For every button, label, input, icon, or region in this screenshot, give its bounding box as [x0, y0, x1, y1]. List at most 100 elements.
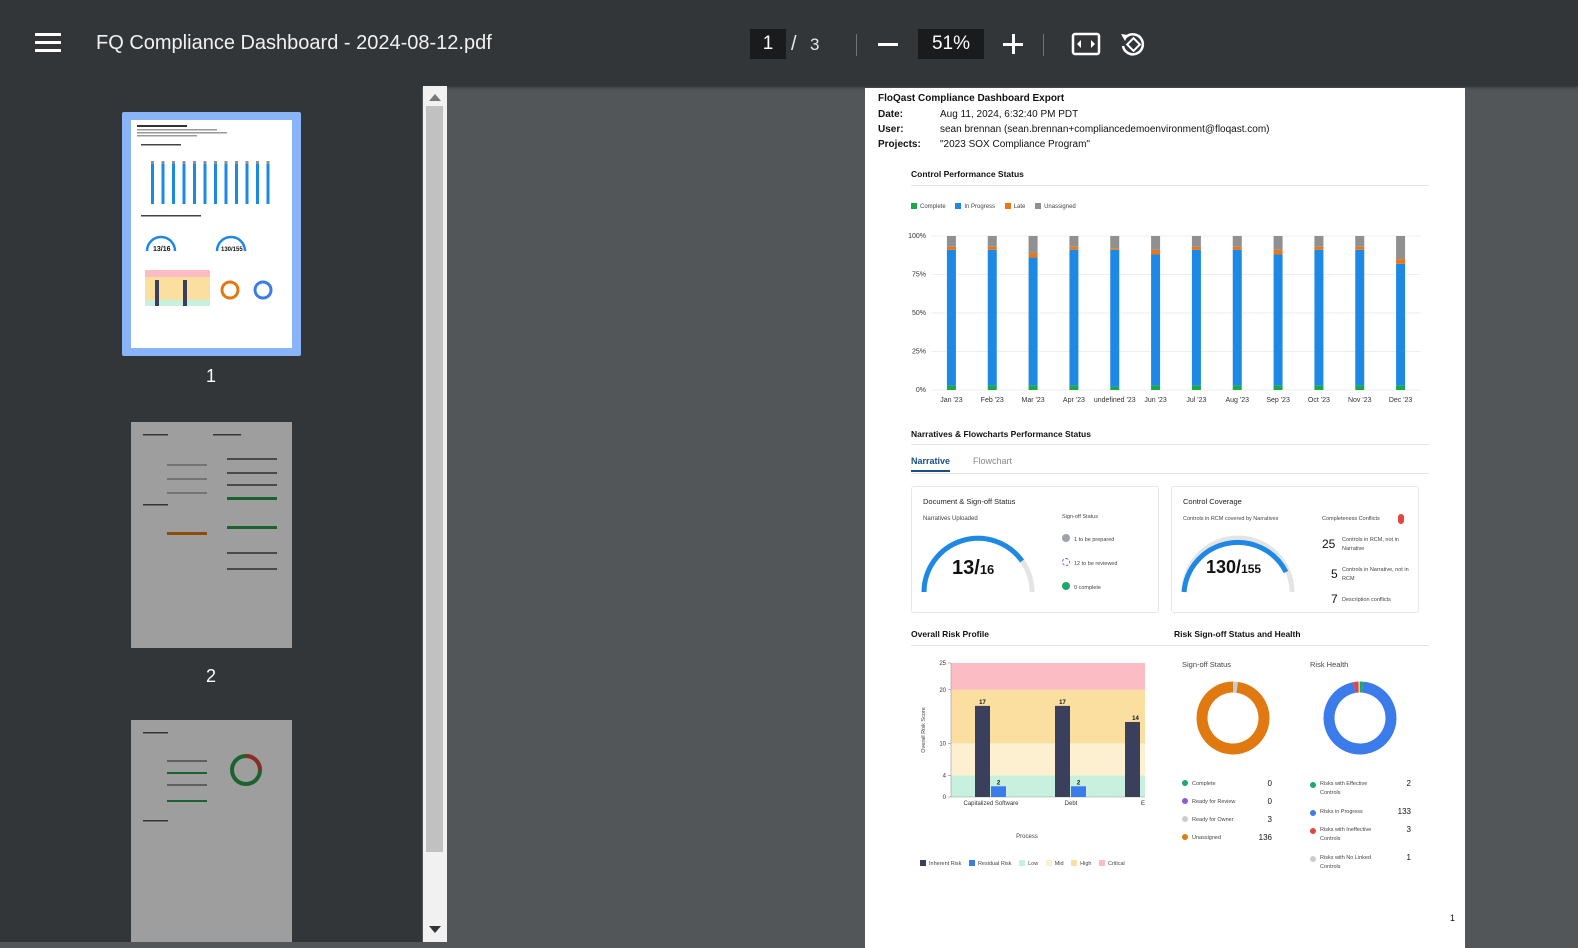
legend-swatch	[1071, 860, 1077, 866]
legend-swatch	[1046, 860, 1052, 866]
narratives-uploaded-label: Narratives Uploaded	[923, 516, 978, 522]
check-icon	[1062, 582, 1070, 590]
sidebar-scrollbar[interactable]	[423, 86, 447, 942]
bar-segment	[1396, 385, 1405, 390]
meta-projects: Projects:"2023 SOX Compliance Program"	[878, 139, 1090, 150]
menu-icon[interactable]	[35, 33, 61, 53]
data-label: 17	[1059, 700, 1066, 706]
bar-segment	[1314, 250, 1323, 386]
legend-value: 3	[1385, 825, 1411, 834]
fit-to-page-icon[interactable]	[1071, 30, 1101, 58]
page-number: 1	[1450, 913, 1455, 923]
narratives-title: Narratives & Flowcharts Performance Stat…	[911, 429, 1091, 439]
legend-label: Ready for Owner	[1192, 817, 1234, 823]
donut-slice	[1329, 687, 1391, 749]
x-tick-label: Aug '23	[1225, 397, 1249, 404]
bar-segment	[1029, 258, 1038, 386]
y-tick-label: 50%	[912, 310, 926, 317]
thumb-bar	[246, 164, 249, 204]
x-tick-label: E	[1141, 801, 1145, 807]
legend-swatch	[969, 860, 975, 866]
bar-segment	[1274, 236, 1283, 250]
tab-narrative[interactable]: Narrative	[911, 456, 950, 472]
alert-icon	[1398, 514, 1404, 524]
thumb-bar-top	[225, 161, 228, 164]
status-item: 12 to be reviewed	[1062, 558, 1117, 567]
bar-segment	[1151, 236, 1160, 250]
tab-flowchart[interactable]: Flowchart	[973, 456, 1012, 466]
legend-value: 136	[1245, 833, 1272, 842]
bar-segment	[1396, 264, 1405, 386]
y-tick-label: 75%	[912, 272, 926, 279]
page-number-input[interactable]: 1	[750, 29, 786, 59]
bar-segment	[1355, 250, 1364, 386]
bar-segment	[1069, 236, 1078, 247]
legend-label: Risks with No Linked Controls	[1320, 854, 1380, 872]
bar-segment	[988, 250, 997, 386]
legend-value: 3	[1245, 815, 1272, 824]
x-tick-label: Apr '23	[1063, 397, 1085, 404]
thumbnail-page-1[interactable]: 13/16 130/155	[131, 120, 292, 348]
bar-segment	[1029, 236, 1038, 253]
page-separator: /	[791, 33, 797, 56]
thumb-bar-top	[172, 161, 175, 164]
gauge-value: 13/16	[952, 557, 994, 580]
viewer-toolbar: FQ Compliance Dashboard - 2024-08-12.pdf…	[0, 0, 1578, 86]
legend-dot	[1182, 816, 1188, 822]
x-axis-label: Process	[1016, 834, 1038, 840]
legend-label: Risks with Ineffective Controls	[1320, 826, 1380, 844]
legend-label: Risks with Effective Controls	[1320, 780, 1380, 798]
bar-segment	[1192, 250, 1201, 386]
bar-segment	[1314, 247, 1323, 250]
y-tick-label: 20	[939, 688, 946, 694]
legend-dot	[1310, 810, 1316, 816]
risk-bar	[1055, 706, 1070, 797]
legend-value: 2	[1385, 779, 1411, 788]
meta-date: Date:Aug 11, 2024, 6:32:40 PM PDT	[878, 109, 1078, 120]
legend-value: 0	[1245, 797, 1272, 806]
thumb-bar-top	[204, 161, 207, 164]
health-subtitle: Risk Health	[1310, 660, 1348, 669]
scroll-down-icon[interactable]	[429, 926, 441, 933]
divider	[911, 444, 1429, 445]
plus-icon[interactable]	[1003, 34, 1023, 54]
toolbar-divider	[856, 34, 857, 56]
thumb-bar-top	[235, 161, 238, 164]
bar-segment	[1029, 253, 1038, 258]
minus-icon[interactable]	[878, 43, 898, 46]
status-item: 0 complete	[1062, 582, 1101, 591]
risk-profile-title: Overall Risk Profile	[911, 629, 989, 639]
x-tick-label: Nov '23	[1348, 397, 1372, 404]
conflict-text: Description conflicts	[1342, 597, 1391, 603]
bar-segment	[1192, 236, 1201, 247]
bar-segment	[1110, 248, 1119, 250]
y-tick-label: 25	[939, 661, 946, 667]
bar-segment	[1314, 236, 1323, 247]
bar-segment	[1355, 385, 1364, 390]
legend-dot	[1310, 856, 1316, 862]
legend-label: Unassigned	[1192, 835, 1221, 841]
legend-label: Ready for Review	[1192, 799, 1235, 805]
scroll-up-icon[interactable]	[429, 94, 441, 101]
rotate-icon[interactable]	[1118, 30, 1148, 58]
conflict-text: Controls in Narrative, not in RCM	[1342, 566, 1420, 584]
thumb-bar-top	[193, 161, 196, 164]
tab-divider	[911, 473, 1429, 474]
bar-segment	[1233, 385, 1242, 390]
bar-segment	[1355, 247, 1364, 250]
thumb-bar	[172, 164, 175, 204]
zoom-input[interactable]: 51%	[918, 29, 984, 59]
thumb-bar	[183, 164, 186, 204]
thumb-bar	[204, 164, 207, 204]
legend-swatch	[911, 203, 917, 209]
bar-segment	[1192, 385, 1201, 390]
legend-value: 1	[1385, 853, 1411, 862]
bar-segment	[1314, 385, 1323, 390]
legend-dot	[1182, 780, 1188, 786]
legend-swatch	[1035, 203, 1041, 209]
thumb-bar	[235, 164, 238, 204]
scroll-thumb[interactable]	[426, 106, 443, 852]
bar-segment	[947, 385, 956, 390]
risk-band	[951, 663, 1145, 690]
risk-signoff-title: Risk Sign-off Status and Health	[1174, 629, 1301, 639]
